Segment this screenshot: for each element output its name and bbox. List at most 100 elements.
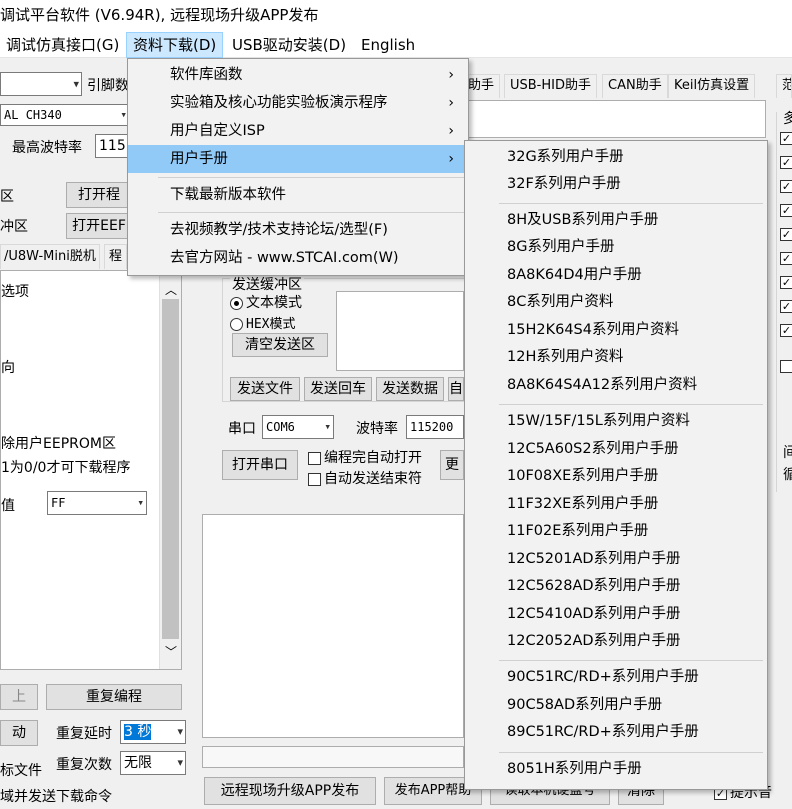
remote-upgrade-button[interactable]: 远程现场升级APP发布 xyxy=(204,777,376,805)
area-label-2: 冲区 xyxy=(0,219,28,235)
repeat-count-select[interactable]: 无限 ▾ xyxy=(120,751,186,775)
menu-usb-driver[interactable]: USB驱动安装(D) xyxy=(226,32,352,58)
right-checkbox-6[interactable] xyxy=(780,250,792,266)
max-baud-label: 最高波特率 xyxy=(12,140,82,156)
auto-send-button[interactable]: 自 xyxy=(448,377,464,401)
right-checkbox-2[interactable] xyxy=(780,154,792,170)
open-serial-button[interactable]: 打开串口 xyxy=(222,450,298,480)
send-return-button[interactable]: 发送回车 xyxy=(304,377,372,401)
submenu-separator xyxy=(499,404,763,405)
submenu-item[interactable]: 10F08XE系列用户手册 xyxy=(465,463,767,490)
menu-item-official-site[interactable]: 去官方网站 - www.STCAI.com(W) xyxy=(128,244,468,272)
menu-item-custom-isp[interactable]: 用户自定义ISP › xyxy=(128,117,468,145)
submenu-item[interactable]: 8H及USB系列用户手册 xyxy=(465,207,767,234)
right-checkbox-1[interactable] xyxy=(780,130,792,146)
chevron-right-icon: › xyxy=(448,67,454,83)
right-checkbox-4[interactable] xyxy=(780,202,792,218)
hex-mode-radio[interactable]: HEX模式 xyxy=(230,313,295,332)
open-eeprom-button[interactable]: 打开EEF xyxy=(66,213,132,239)
com-port-select[interactable]: AL CH340 ▾ xyxy=(0,104,130,126)
submenu-item[interactable]: 12C5628AD系列用户手册 xyxy=(465,573,767,600)
options-scrollbar[interactable]: ︿ ﹀ xyxy=(159,271,181,669)
submenu-item[interactable]: 8A8K64S4A12系列用户资料 xyxy=(465,372,767,399)
submenu-item[interactable]: 12C5A60S2系列用户手册 xyxy=(465,436,767,463)
tab-examples[interactable]: 范 xyxy=(776,74,792,98)
menu-item-video-forum[interactable]: 去视频教学/技术支持论坛/选型(F) xyxy=(128,216,468,244)
submenu-item[interactable]: 90C58AD系列用户手册 xyxy=(465,692,767,719)
auto-open-label: 编程完自动打开 xyxy=(324,450,422,466)
window-title: 调试平台软件 (V6.94R), 远程现场升级APP发布 xyxy=(0,0,792,32)
menu-debug-interface[interactable]: 调试仿真接口(G) xyxy=(0,32,125,58)
submenu-item[interactable]: 89C51RC/RD+系列用户手册 xyxy=(465,719,767,746)
text-mode-radio[interactable]: 文本模式 xyxy=(230,292,302,312)
right-checkbox-3[interactable] xyxy=(780,178,792,194)
submenu-item[interactable]: 8A8K64D4用户手册 xyxy=(465,262,767,289)
submenu-item[interactable]: 90C51RC/RD+系列用户手册 xyxy=(465,664,767,691)
submenu-item[interactable]: 12H系列用户资料 xyxy=(465,344,767,371)
mcu-type-select[interactable]: ▾ xyxy=(0,72,82,96)
auto-open-checkbox[interactable]: 编程完自动打开 xyxy=(308,447,422,467)
right-checkbox-5[interactable] xyxy=(780,226,792,242)
submenu-item[interactable]: 12C2052AD系列用户手册 xyxy=(465,628,767,655)
options-list: 选项 向 除用户EEPROM区 1为0/0才可下载程序 值 FF ▾ ︿ ﹀ xyxy=(0,270,182,670)
serial-port-select[interactable]: COM6 ▾ xyxy=(262,415,334,439)
right-checkbox-7[interactable] xyxy=(780,274,792,290)
repeat-delay-select[interactable]: 3 秒 ▾ xyxy=(120,720,186,744)
submenu-item[interactable]: 11F32XE系列用户手册 xyxy=(465,491,767,518)
scroll-up-icon[interactable]: ︿ xyxy=(165,281,177,298)
value-select[interactable]: FF ▾ xyxy=(47,491,147,515)
right-checkbox-8[interactable] xyxy=(780,298,792,314)
tab-offline-download[interactable]: /U8W-Mini脱机 xyxy=(0,244,100,269)
reprogram-button[interactable]: 重复编程 xyxy=(46,684,182,710)
repeat-delay-label: 重复延时 xyxy=(56,726,112,742)
submenu-item[interactable]: 12C5410AD系列用户手册 xyxy=(465,601,767,628)
com-port-value: CH340 xyxy=(25,108,62,122)
scroll-thumb[interactable] xyxy=(162,299,179,639)
submenu-item[interactable]: 12C5201AD系列用户手册 xyxy=(465,546,767,573)
menu-item-download-latest[interactable]: 下载最新版本软件 xyxy=(128,181,468,209)
tab-program[interactable]: 程 xyxy=(104,244,128,269)
menu-item-demo-programs[interactable]: 实验箱及核心功能实验板演示程序 › xyxy=(128,89,468,117)
send-file-button[interactable]: 发送文件 xyxy=(230,377,300,401)
receive-buffer[interactable] xyxy=(462,100,766,138)
serial-port-value: COM6 xyxy=(266,420,295,434)
menu-english[interactable]: English xyxy=(355,32,421,58)
baud-rate-select[interactable]: 115200 xyxy=(406,415,464,439)
auto-button[interactable]: 动 xyxy=(0,720,38,746)
menu-item-label: 用户手册 xyxy=(170,151,228,167)
right-checkbox-9[interactable] xyxy=(780,322,792,338)
right-checkbox-10[interactable] xyxy=(780,358,792,374)
submenu-item[interactable]: 11F02E系列用户手册 xyxy=(465,518,767,545)
previous-button[interactable]: 上 xyxy=(0,684,38,710)
log-output-area[interactable] xyxy=(202,514,464,738)
submenu-item[interactable]: 15W/15F/15L系列用户资料 xyxy=(465,408,767,435)
submenu-item[interactable]: 32F系列用户手册 xyxy=(465,171,767,198)
submenu-item[interactable]: 8C系列用户资料 xyxy=(465,289,767,316)
tab-usb-hid-helper[interactable]: USB-HID助手 xyxy=(504,74,597,98)
auto-send-end-checkbox[interactable]: 自动发送结束符 xyxy=(308,468,422,488)
option-download-condition[interactable]: 1为0/0才可下载程序 xyxy=(1,457,130,477)
menu-item-library-functions[interactable]: 软件库函数 › xyxy=(128,61,468,89)
submenu-item[interactable]: 8051H系列用户手册 xyxy=(465,756,767,783)
more-button[interactable]: 更 xyxy=(440,450,464,480)
scroll-down-icon[interactable]: ﹀ xyxy=(165,643,177,660)
send-text-area[interactable] xyxy=(336,291,464,371)
send-data-button[interactable]: 发送数据 xyxy=(376,377,444,401)
submenu-separator xyxy=(499,660,763,661)
submenu-item[interactable]: 15H2K64S4系列用户资料 xyxy=(465,317,767,344)
chevron-down-icon: ▾ xyxy=(177,756,183,769)
submenu-item[interactable]: 32G系列用户手册 xyxy=(465,144,767,171)
value-label: 值 xyxy=(1,498,15,514)
option-direction: 向 xyxy=(1,360,15,376)
tab-can-helper[interactable]: CAN助手 xyxy=(602,74,668,98)
menu-downloads[interactable]: 资料下载(D) xyxy=(126,32,224,58)
open-program-button[interactable]: 打开程 xyxy=(66,182,132,208)
tab-keil-settings[interactable]: Keil仿真设置 xyxy=(668,74,756,98)
option-erase-eeprom[interactable]: 除用户EEPROM区 xyxy=(1,433,116,453)
menu-item-label: 实验箱及核心功能实验板演示程序 xyxy=(170,95,388,111)
serial-port-label: 串口 xyxy=(228,421,256,437)
submenu-item[interactable]: 8G系列用户手册 xyxy=(465,234,767,261)
menu-item-user-manual[interactable]: 用户手册 › xyxy=(128,145,468,173)
clear-send-button[interactable]: 清空发送区 xyxy=(232,333,328,357)
right-group-title: 多 xyxy=(783,111,792,127)
